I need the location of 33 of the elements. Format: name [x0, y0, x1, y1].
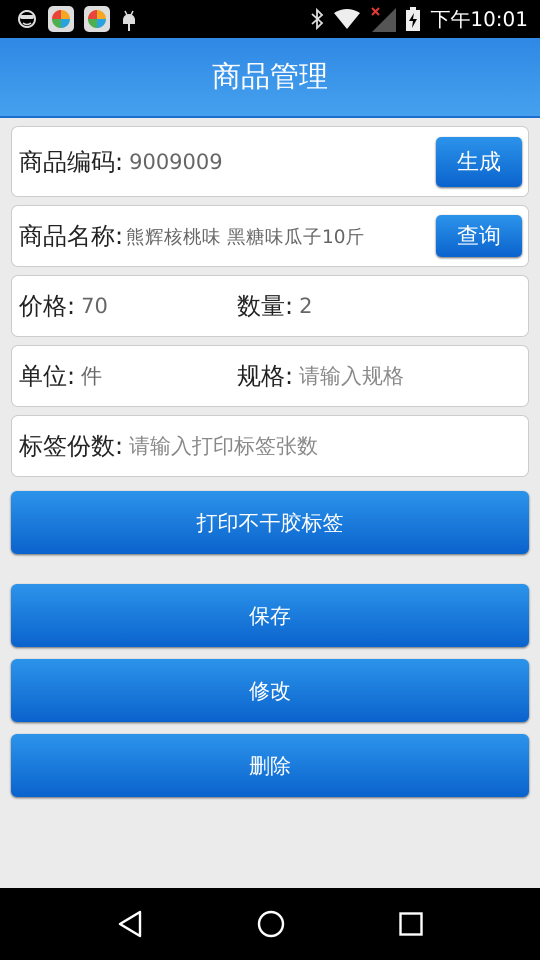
face-icon: [16, 9, 38, 29]
action-button[interactable]: 打印不干胶标签: [11, 491, 529, 554]
app-icon: [48, 6, 74, 32]
field-label: 商品编码:: [19, 146, 124, 178]
input-field[interactable]: 标签份数: 请输入打印标签张数: [11, 415, 529, 477]
action-button[interactable]: 生成: [436, 136, 522, 186]
clock-time: 下午10:01: [430, 6, 528, 32]
action-button[interactable]: 保存: [11, 584, 529, 647]
input-field[interactable]: 请输入规格: [293, 364, 522, 388]
input-field[interactable]: 70: [75, 294, 237, 318]
action-button[interactable]: 修改: [11, 659, 529, 722]
input-field[interactable]: 请输入打印标签张数: [123, 434, 522, 458]
back-icon[interactable]: [117, 910, 143, 938]
field-label: 数量:: [237, 291, 294, 322]
field-label: 单位:: [19, 361, 76, 392]
app-icon: [84, 6, 110, 32]
bluetooth-icon: [310, 8, 324, 30]
page-title: 商品管理: [212, 58, 328, 95]
action-button[interactable]: 查询: [436, 215, 522, 257]
battery-icon: [406, 7, 420, 31]
input-field[interactable]: 2: [293, 294, 522, 318]
signal-icon: [370, 6, 396, 32]
input-field[interactable]: 熊辉核桃味 黑糖味瓜子10斤: [123, 226, 436, 246]
recents-icon[interactable]: [399, 912, 423, 936]
input-field[interactable]: 9009009: [123, 150, 436, 174]
input-field[interactable]: 件: [75, 364, 237, 388]
home-icon[interactable]: [257, 910, 285, 938]
field-label: 价格:: [19, 291, 76, 322]
field-label: 商品名称:: [19, 221, 124, 252]
field-label: 规格:: [237, 361, 294, 392]
wifi-icon: [334, 9, 360, 29]
field-label: 标签份数:: [19, 431, 124, 462]
action-button[interactable]: 删除: [11, 734, 529, 797]
